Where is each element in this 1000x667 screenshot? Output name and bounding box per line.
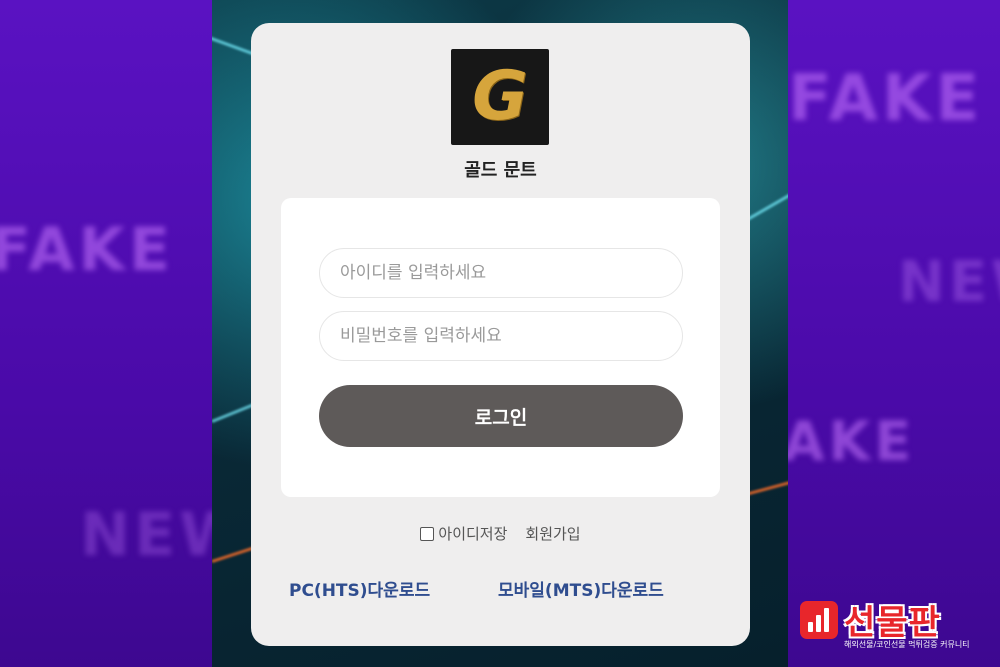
id-input[interactable] <box>319 248 683 298</box>
blurred-background-word: NEW <box>898 250 1000 315</box>
bar-chart-icon <box>800 601 838 639</box>
logo-letter: G <box>472 57 528 136</box>
signup-link[interactable]: 회원가입 <box>525 523 580 544</box>
blurred-background-word: NEW <box>80 500 212 570</box>
login-form: 로그인 <box>281 198 720 497</box>
pc-download-link[interactable]: PC(HTS)다운로드 <box>289 576 430 601</box>
left-background-panel: FAKE NEW <box>0 0 212 667</box>
remember-id-label: 아이디저장 <box>438 525 508 543</box>
remember-id-checkbox[interactable] <box>420 526 435 541</box>
right-background-panel: FAKE NEW FAKE <box>788 0 1000 667</box>
watermark-logo: 선물판 해외선물/코인선물 먹튀검증 커뮤니티 <box>800 597 990 657</box>
watermark-subtitle: 해외선물/코인선물 먹튀검증 커뮤니티 <box>844 640 970 649</box>
blurred-background-word: FAKE <box>0 215 175 285</box>
login-card: G 골드 문트 로그인 아이디저장 회원가입 PC(HTS)다운로드 모바일(M… <box>251 23 750 646</box>
mobile-download-link[interactable]: 모바일(MTS)다운로드 <box>498 576 664 601</box>
brand-name: 골드 문트 <box>464 160 537 181</box>
login-button[interactable]: 로그인 <box>319 385 683 447</box>
blurred-background-word: FAKE <box>788 62 984 136</box>
login-options: 아이디저장 회원가입 <box>251 523 750 544</box>
remember-id-option[interactable]: 아이디저장 <box>420 523 507 544</box>
password-input[interactable] <box>319 311 683 361</box>
watermark-title: 선물판 <box>844 603 941 643</box>
blurred-background-word: FAKE <box>788 410 916 473</box>
brand-logo: G <box>451 49 549 145</box>
